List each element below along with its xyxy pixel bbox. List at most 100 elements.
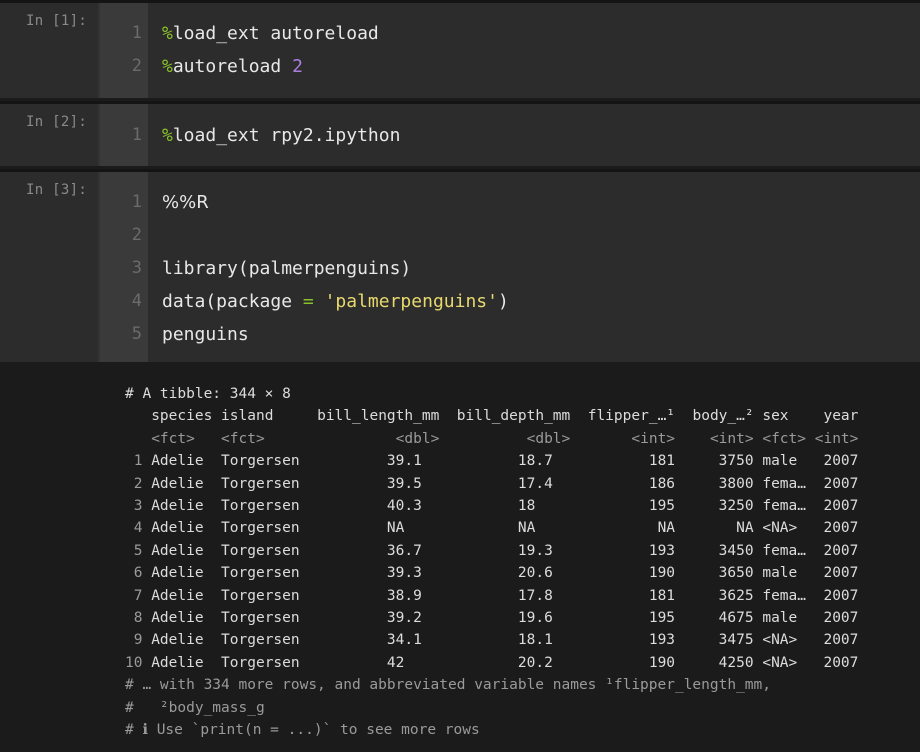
table-row: 1 Adelie Torgersen 39.1 18.7 181 3750 ma… — [125, 453, 859, 470]
line-number: 5 — [131, 324, 142, 344]
row-number: 3 — [125, 498, 152, 515]
table-cell: 193 — [570, 542, 676, 559]
code-editor[interactable]: 1 %load_ext autoreload 2 %autoreload 2 — [98, 17, 920, 83]
code-line[interactable]: 5 penguins — [98, 318, 920, 351]
code-text: %load_ext rpy2.ipython — [162, 119, 400, 152]
code-cell-2[interactable]: In [2]: 1 %load_ext rpy2.ipython — [0, 101, 920, 166]
tibble-table: species island bill_length_mm bill_depth… — [125, 408, 858, 670]
table-cell: 2007 — [806, 587, 859, 604]
table-cell: 20.2 — [439, 654, 571, 671]
table-cell: 39.1 — [299, 453, 440, 470]
table-cell: 181 — [570, 587, 676, 604]
table-row: 9 Adelie Torgersen 34.1 18.1 193 3475 <N… — [125, 632, 859, 649]
line-number: 1 — [131, 23, 142, 43]
column-type: <int> — [806, 430, 859, 447]
table-cell: Adelie — [151, 654, 213, 671]
code-line[interactable]: 2 %autoreload 2 — [98, 50, 920, 83]
code-text: %%R — [162, 186, 209, 219]
table-cell: Torgersen — [212, 587, 300, 604]
code-token: data(package — [162, 291, 303, 312]
code-token: % — [162, 56, 173, 77]
column-header: sex — [753, 408, 806, 425]
table-row: 5 Adelie Torgersen 36.7 19.3 193 3450 fe… — [125, 542, 859, 559]
table-cell: 186 — [570, 475, 676, 492]
column-header: bill_depth_mm — [439, 408, 571, 425]
table-cell: 2007 — [806, 520, 859, 537]
column-header: species — [151, 408, 213, 425]
row-number: 8 — [125, 610, 152, 627]
code-token: %%R — [162, 192, 209, 213]
table-cell: 3800 — [675, 475, 754, 492]
table-cell: 193 — [570, 632, 676, 649]
code-line[interactable]: 2 — [98, 219, 920, 252]
line-number: 3 — [131, 258, 142, 278]
code-cell-3[interactable]: In [3]: 1 %%R 2 3 library(palmerpenguins) 4 da… — [0, 169, 920, 362]
table-cell: Adelie — [151, 610, 213, 627]
code-text: library(palmerpenguins) — [162, 252, 411, 285]
row-number: 9 — [125, 632, 152, 649]
code-cell-1[interactable]: In [1]: 1 %load_ext autoreload 2 %autoreloa… — [0, 0, 920, 98]
column-type: <fct> — [151, 430, 213, 447]
column-type: <dbl> — [439, 430, 571, 447]
line-number: 4 — [131, 291, 142, 311]
column-header: bill_length_mm — [299, 408, 440, 425]
table-cell: 36.7 — [299, 542, 440, 559]
table-cell: Torgersen — [212, 498, 300, 515]
column-type: <int> — [570, 430, 676, 447]
table-cell: 4675 — [675, 610, 754, 627]
table-cell: Torgersen — [212, 565, 300, 582]
column-type-row: <fct> <fct> <dbl> <dbl> <int> <int> <fct… — [125, 431, 858, 447]
code-token: library(palmerpenguins) — [162, 258, 412, 279]
cell-prompt: In [2]: — [26, 114, 88, 130]
table-cell: Adelie — [151, 520, 213, 537]
table-cell: 2007 — [806, 610, 859, 627]
table-cell: 195 — [570, 498, 676, 515]
code-line[interactable]: 1 %load_ext autoreload — [98, 17, 920, 50]
code-token: = — [302, 291, 314, 312]
column-type: <int> — [675, 430, 754, 447]
code-text: %load_ext autoreload — [162, 17, 379, 50]
code-line[interactable]: 1 %%R — [98, 186, 920, 219]
row-number: 4 — [125, 520, 152, 537]
table-cell: <NA> — [753, 632, 806, 649]
row-number: 1 — [125, 453, 152, 470]
code-line[interactable]: 4 data(package = 'palmerpenguins') — [98, 285, 920, 318]
code-line[interactable]: 1 %load_ext rpy2.ipython — [98, 119, 920, 152]
table-cell: Adelie — [151, 632, 213, 649]
table-row: 7 Adelie Torgersen 38.9 17.8 181 3625 fe… — [125, 587, 859, 604]
table-cell: fema… — [753, 475, 806, 492]
table-cell: male — [753, 565, 806, 582]
row-number: 10 — [125, 654, 152, 671]
table-cell: 195 — [570, 610, 676, 627]
table-row: 10 Adelie Torgersen 42 20.2 190 4250 <NA… — [125, 655, 858, 671]
table-cell: 2007 — [806, 542, 859, 559]
table-cell: 39.3 — [299, 565, 440, 582]
code-text: penguins — [162, 318, 249, 351]
table-cell: 42 — [299, 654, 440, 671]
table-cell: NA — [299, 520, 440, 537]
table-row: 3 Adelie Torgersen 40.3 18 195 3250 fema… — [125, 498, 859, 515]
table-cell: Torgersen — [212, 632, 300, 649]
code-token: autoreload — [172, 56, 293, 77]
table-cell: Adelie — [151, 565, 213, 582]
table-cell: 18.1 — [439, 632, 571, 649]
code-editor[interactable]: 1 %%R 2 3 library(palmerpenguins) 4 data(packa… — [98, 186, 920, 351]
table-cell: 2007 — [806, 654, 859, 671]
code-line[interactable]: 3 library(palmerpenguins) — [98, 252, 920, 285]
footer-line: # … with 334 more rows, and abbreviated … — [125, 677, 772, 694]
column-type: <fct> — [212, 430, 300, 447]
code-token: load_ext rpy2.ipython — [172, 125, 401, 146]
table-cell: 2007 — [806, 475, 859, 492]
column-header: year — [806, 408, 859, 425]
table-cell: fema… — [753, 498, 806, 515]
table-cell: male — [753, 610, 806, 627]
table-cell: 4250 — [675, 654, 754, 671]
table-cell: 2007 — [806, 632, 859, 649]
code-token: 'palmerpenguins' — [324, 291, 498, 312]
table-cell: 39.5 — [299, 475, 440, 492]
cell-prompt: In [3]: — [26, 182, 88, 198]
table-cell: 18 — [439, 498, 571, 515]
code-editor[interactable]: 1 %load_ext rpy2.ipython — [98, 119, 920, 152]
table-row: 8 Adelie Torgersen 39.2 19.6 195 4675 ma… — [125, 610, 859, 627]
